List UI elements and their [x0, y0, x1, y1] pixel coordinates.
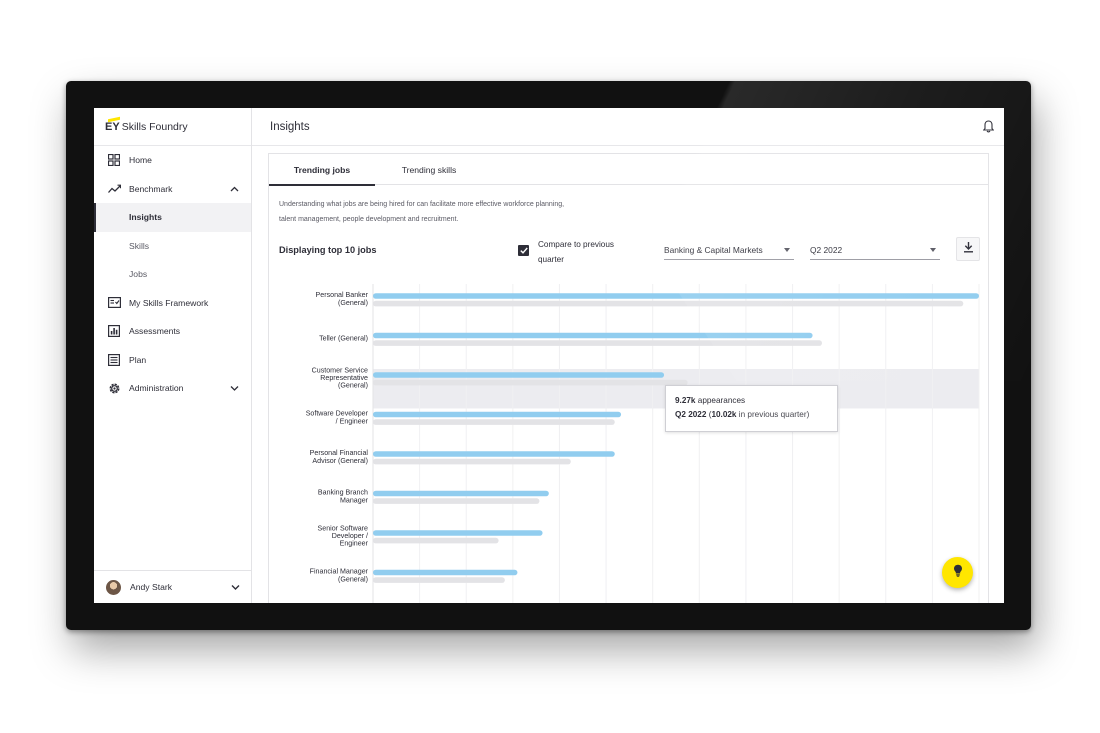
compare-checkbox[interactable]: Compare to previous quarter — [518, 237, 638, 267]
caret-down-icon — [784, 248, 790, 252]
compare-label-line: Compare to previous — [538, 240, 614, 249]
category-label: Manager — [340, 496, 369, 504]
top-bar: Insights — [252, 108, 1004, 146]
trend-icon — [107, 182, 121, 196]
category-label: (General) — [338, 382, 368, 390]
sidebar-item-label: Home — [129, 155, 152, 166]
sidebar-item-label: Plan — [129, 354, 147, 365]
sidebar-item-skills[interactable]: Skills — [94, 232, 251, 261]
sidebar-item-assessments[interactable]: Assessments — [94, 317, 251, 346]
quarter-select-value: Q2 2022 — [810, 244, 843, 255]
sidebar: EY Skills Foundry Home Benchmark Insight… — [94, 108, 252, 603]
tooltip-previous-value: 10.02k — [711, 409, 737, 419]
sidebar-item-label: Insights — [129, 212, 162, 223]
bell-icon[interactable] — [982, 120, 995, 138]
chevron-down-icon[interactable] — [231, 582, 240, 592]
stage: EY Skills Foundry Home Benchmark Insight… — [0, 0, 1100, 733]
caret-down-icon — [930, 248, 936, 252]
download-icon — [963, 240, 974, 258]
chevron-down-icon[interactable] — [230, 383, 239, 393]
category-label: / Engineer — [336, 417, 369, 425]
bar-previous — [373, 419, 615, 425]
sidebar-item-label: Jobs — [129, 269, 148, 280]
sidebar-item-benchmark[interactable]: Benchmark — [94, 175, 251, 204]
tips-button[interactable] — [942, 557, 973, 588]
bar-previous — [373, 458, 571, 465]
sidebar-item-jobs[interactable]: Jobs — [94, 260, 251, 289]
bar-current — [373, 372, 665, 378]
user-name: Andy Stark — [130, 582, 173, 592]
sector-select[interactable]: Banking & Capital Markets — [664, 240, 794, 260]
user-menu[interactable]: Andy Stark — [94, 570, 252, 603]
tooltip-line-2: Q2 2022 (10.02k in previous quarter) — [675, 409, 810, 419]
ey-logo: EY — [105, 120, 120, 133]
assessment-icon — [107, 324, 121, 338]
bar-previous — [373, 577, 505, 583]
tooltip-value: 9.27k — [675, 396, 696, 405]
gear-icon — [107, 381, 121, 395]
sidebar-item-home[interactable]: Home — [94, 146, 251, 175]
insights-card: Trending jobs Trending skills Understand… — [268, 153, 989, 603]
tooltip-previous-suffix: in previous quarter) — [736, 409, 810, 419]
bar-previous — [373, 498, 540, 504]
framework-icon — [107, 296, 121, 310]
avatar — [106, 579, 121, 595]
chevron-up-icon[interactable] — [230, 184, 239, 194]
download-button[interactable] — [956, 237, 980, 261]
description: Understanding what jobs are being hired … — [279, 197, 639, 227]
plan-icon — [107, 353, 121, 367]
bar-current — [373, 490, 549, 497]
sector-select-value: Banking & Capital Markets — [664, 244, 763, 255]
home-grid-icon — [107, 153, 121, 167]
compare-label-line: quarter — [538, 255, 564, 264]
tooltip-line-1: 9.27k appearances — [675, 394, 837, 408]
category-label: Teller (General) — [319, 335, 368, 343]
sidebar-item-label: Assessments — [129, 326, 181, 337]
lightbulb-icon — [953, 564, 963, 582]
chart-heading: Displaying top 10 jobs — [279, 245, 377, 255]
bar-previous — [373, 300, 964, 307]
category-label: Advisor (General) — [312, 457, 368, 465]
app-screen: EY Skills Foundry Home Benchmark Insight… — [94, 108, 1004, 603]
compare-label: Compare to previous quarter — [538, 237, 638, 267]
bar-previous — [373, 537, 499, 544]
page-title: Insights — [270, 120, 310, 133]
description-line: talent management, people development an… — [279, 216, 459, 223]
tab-trending-jobs[interactable]: Trending jobs — [269, 154, 375, 186]
category-label: Engineer — [340, 540, 369, 548]
checkbox-checked-icon[interactable] — [518, 245, 529, 256]
sidebar-item-label: My Skills Framework — [129, 297, 209, 308]
bar-current — [373, 569, 518, 576]
bar-current — [373, 332, 813, 339]
sidebar-item-plan[interactable]: Plan — [94, 346, 251, 375]
description-line: Understanding what jobs are being hired … — [279, 201, 565, 208]
bar-current — [373, 451, 615, 457]
sidebar-item-label: Administration — [129, 383, 184, 394]
brand-name: Skills Foundry — [121, 120, 188, 133]
sidebar-item-label: Benchmark — [129, 183, 173, 194]
tooltip-quarter: Q2 2022 — [675, 409, 707, 419]
bar-previous — [373, 379, 688, 386]
tooltip-value-suffix: appearances — [695, 396, 746, 405]
chart-tooltip: 9.27k appearances Q2 2022 (10.02k in pre… — [665, 385, 838, 432]
bar-previous — [373, 340, 823, 346]
sidebar-item-label: Skills — [129, 240, 150, 251]
brand-logo[interactable]: EY Skills Foundry — [94, 108, 251, 146]
category-label: (General) — [338, 299, 368, 307]
quarter-select[interactable]: Q2 2022 — [810, 240, 940, 260]
tab-trending-skills[interactable]: Trending skills — [375, 154, 483, 185]
bar-current — [373, 530, 543, 536]
sidebar-item-my-skills-framework[interactable]: My Skills Framework — [94, 289, 251, 318]
category-label: (General) — [338, 575, 368, 583]
tab-bar: Trending jobs Trending skills — [269, 154, 988, 186]
sidebar-item-administration[interactable]: Administration — [94, 374, 251, 403]
sidebar-item-insights[interactable]: Insights — [94, 203, 251, 232]
bar-current — [373, 293, 979, 299]
trending-jobs-chart: Personal Banker(General)Teller (General)… — [306, 284, 980, 603]
bar-current — [373, 411, 622, 418]
